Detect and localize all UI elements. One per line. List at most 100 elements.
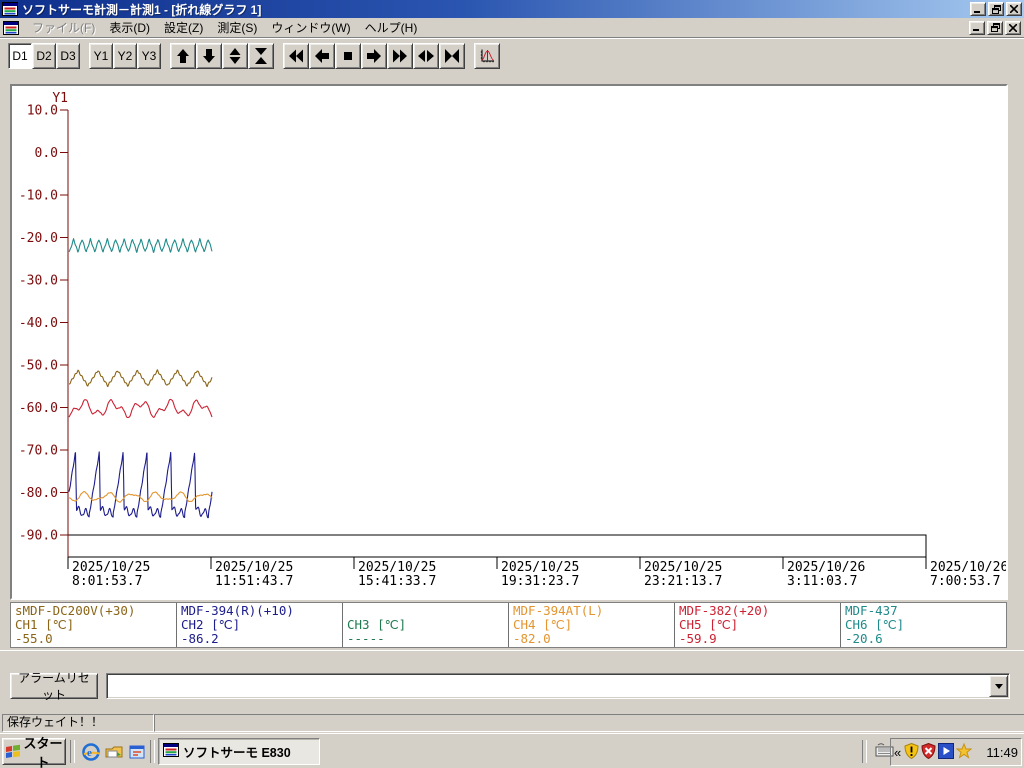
toolbar-button-d2[interactable]: D2 bbox=[32, 43, 56, 69]
security-disabled-icon[interactable] bbox=[921, 743, 936, 762]
menu-bar: ファイル(F)表示(D)設定(Z)測定(S)ウィンドウ(W)ヘルプ(H) bbox=[0, 18, 1024, 38]
svg-text:0.0: 0.0 bbox=[35, 146, 58, 161]
taskbar-divider bbox=[70, 740, 75, 763]
taskbar-item-softthermo[interactable]: ソフトサーモ E830 bbox=[158, 738, 320, 765]
mdi-minimize-button[interactable] bbox=[969, 21, 985, 35]
task-label: ソフトサーモ E830 bbox=[183, 742, 291, 761]
restore-button[interactable] bbox=[988, 2, 1004, 16]
app-icon bbox=[2, 1, 18, 17]
scroll-up-button[interactable] bbox=[170, 43, 196, 69]
taskbar-clock[interactable]: 11:49 bbox=[986, 745, 1018, 760]
start-button[interactable]: スタート bbox=[2, 738, 66, 765]
svg-text:-40.0: -40.0 bbox=[19, 316, 58, 331]
legend-channel-ch6: MDF-437CH6 [℃]-20.6 bbox=[841, 603, 1006, 647]
legend-channel-ch1: sMDF-DC200V(+30)CH1 [℃]-55.0 bbox=[11, 603, 177, 647]
close-button[interactable] bbox=[1006, 2, 1022, 16]
svg-text:2025/10/25: 2025/10/25 bbox=[72, 560, 150, 575]
svg-text:2025/10/25: 2025/10/25 bbox=[644, 560, 722, 575]
title-bar: ソフトサーモ計測－計測1 - [折れ線グラフ 1] bbox=[0, 0, 1024, 18]
menu-z[interactable]: 設定(Z) bbox=[157, 17, 210, 38]
show-desktop-icon[interactable] bbox=[103, 741, 124, 762]
minimize-button[interactable] bbox=[970, 2, 986, 16]
status-bar: 保存ウェイト！！ bbox=[0, 712, 1024, 733]
screen: ソフトサーモ計測－計測1 - [折れ線グラフ 1] ファイル(F)表示(D)設定… bbox=[0, 0, 1024, 768]
svg-text:2025/10/26: 2025/10/26 bbox=[930, 560, 1006, 575]
svg-text:-60.0: -60.0 bbox=[19, 401, 58, 416]
menu-f[interactable]: ファイル(F) bbox=[25, 17, 102, 38]
collapse-horizontal-button[interactable] bbox=[439, 43, 465, 69]
expand-vertical-button[interactable] bbox=[222, 43, 248, 69]
combo-dropdown-button[interactable] bbox=[989, 675, 1008, 697]
line-chart: 10.00.0-10.0-20.0-30.0-40.0-50.0-60.0-70… bbox=[12, 86, 1006, 598]
svg-text:7:00:53.7: 7:00:53.7 bbox=[930, 574, 1000, 589]
legend-sensor-name: MDF-382(+20) bbox=[679, 604, 840, 618]
svg-text:-90.0: -90.0 bbox=[19, 529, 58, 544]
menu-s[interactable]: 測定(S) bbox=[210, 17, 264, 38]
toolbar-button-y3[interactable]: Y3 bbox=[137, 43, 161, 69]
skip-back-button[interactable] bbox=[283, 43, 309, 69]
graph-display-button[interactable] bbox=[474, 43, 500, 69]
legend-channel-label: CH1 [℃] bbox=[15, 618, 176, 632]
media-window-icon[interactable] bbox=[126, 741, 147, 762]
svg-text:-70.0: -70.0 bbox=[19, 444, 58, 459]
svg-text:Y1: Y1 bbox=[52, 91, 68, 106]
legend-sensor-name: MDF-394(R)(+10) bbox=[181, 604, 342, 618]
toolbar-button-y1[interactable]: Y1 bbox=[89, 43, 113, 69]
windows-logo-icon bbox=[5, 743, 21, 761]
channel-legend: sMDF-DC200V(+30)CH1 [℃]-55.0MDF-394(R)(+… bbox=[10, 602, 1007, 648]
security-alert-icon[interactable] bbox=[904, 743, 919, 762]
alarm-reset-button[interactable]: アラームリセット bbox=[10, 673, 98, 699]
chevron-down-icon bbox=[995, 684, 1003, 689]
taskbar-divider bbox=[150, 740, 155, 763]
legend-channel-label: CH4 [℃] bbox=[513, 618, 674, 632]
line-graph-panel: 10.00.0-10.0-20.0-30.0-40.0-50.0-60.0-70… bbox=[10, 84, 1008, 600]
legend-current-value: -20.6 bbox=[845, 632, 1006, 646]
toolbar-dataset-axis-buttons: D1D2D3 Y1Y2Y3 bbox=[8, 43, 161, 69]
expand-horizontal-button[interactable] bbox=[413, 43, 439, 69]
toolbar-button-d1[interactable]: D1 bbox=[8, 43, 32, 69]
taskbar-divider bbox=[862, 740, 867, 763]
step-forward-button[interactable] bbox=[361, 43, 387, 69]
stop-button[interactable] bbox=[335, 43, 361, 69]
taskbar: スタート e ソフトサーモ E830 « 11:49 bbox=[0, 733, 1024, 768]
status-cell-empty bbox=[154, 714, 1024, 732]
system-tray: « 11:49 bbox=[890, 738, 1022, 766]
internet-explorer-icon[interactable]: e bbox=[80, 741, 101, 762]
menu-w[interactable]: ウィンドウ(W) bbox=[264, 17, 357, 38]
collapse-vertical-button[interactable] bbox=[248, 43, 274, 69]
menu-d[interactable]: 表示(D) bbox=[102, 17, 157, 38]
status-message: 保存ウェイト！！ bbox=[2, 714, 154, 732]
menu-h[interactable]: ヘルプ(H) bbox=[358, 17, 425, 38]
svg-text:3:11:03.7: 3:11:03.7 bbox=[787, 574, 857, 589]
legend-sensor-name: MDF-394AT(L) bbox=[513, 604, 674, 618]
svg-text:-10.0: -10.0 bbox=[19, 189, 58, 204]
legend-channel-ch2: MDF-394(R)(+10)CH2 [℃]-86.2 bbox=[177, 603, 343, 647]
svg-text:2025/10/25: 2025/10/25 bbox=[501, 560, 579, 575]
svg-text:2025/10/25: 2025/10/25 bbox=[358, 560, 436, 575]
app-icon bbox=[163, 742, 179, 761]
skip-forward-button[interactable] bbox=[387, 43, 413, 69]
step-back-button[interactable] bbox=[309, 43, 335, 69]
scroll-down-button[interactable] bbox=[196, 43, 222, 69]
legend-current-value: -86.2 bbox=[181, 632, 342, 646]
toolbar-button-d3[interactable]: D3 bbox=[56, 43, 80, 69]
mdi-close-button[interactable] bbox=[1005, 21, 1021, 35]
tray-chevron-icon[interactable]: « bbox=[894, 745, 901, 760]
toolbar-button-y2[interactable]: Y2 bbox=[113, 43, 137, 69]
start-label: スタート bbox=[23, 733, 63, 768]
svg-text:2025/10/26: 2025/10/26 bbox=[787, 560, 865, 575]
alarm-combobox[interactable] bbox=[106, 673, 1010, 699]
client-area: 10.00.0-10.0-20.0-30.0-40.0-50.0-60.0-70… bbox=[0, 72, 1024, 733]
legend-channel-label: CH3 [℃] bbox=[347, 618, 508, 632]
media-player-icon[interactable] bbox=[938, 743, 954, 762]
favorites-star-icon[interactable] bbox=[956, 743, 972, 762]
legend-channel-label: CH6 [℃] bbox=[845, 618, 1006, 632]
alarm-bar: アラームリセット bbox=[0, 650, 1024, 711]
legend-channel-label: CH2 [℃] bbox=[181, 618, 342, 632]
svg-text:-20.0: -20.0 bbox=[19, 231, 58, 246]
legend-current-value: ----- bbox=[347, 632, 508, 646]
svg-text:2025/10/25: 2025/10/25 bbox=[215, 560, 293, 575]
mdi-restore-button[interactable] bbox=[987, 21, 1003, 35]
svg-text:15:41:33.7: 15:41:33.7 bbox=[358, 574, 436, 589]
toolbar: D1D2D3 Y1Y2Y3 bbox=[0, 38, 1024, 74]
